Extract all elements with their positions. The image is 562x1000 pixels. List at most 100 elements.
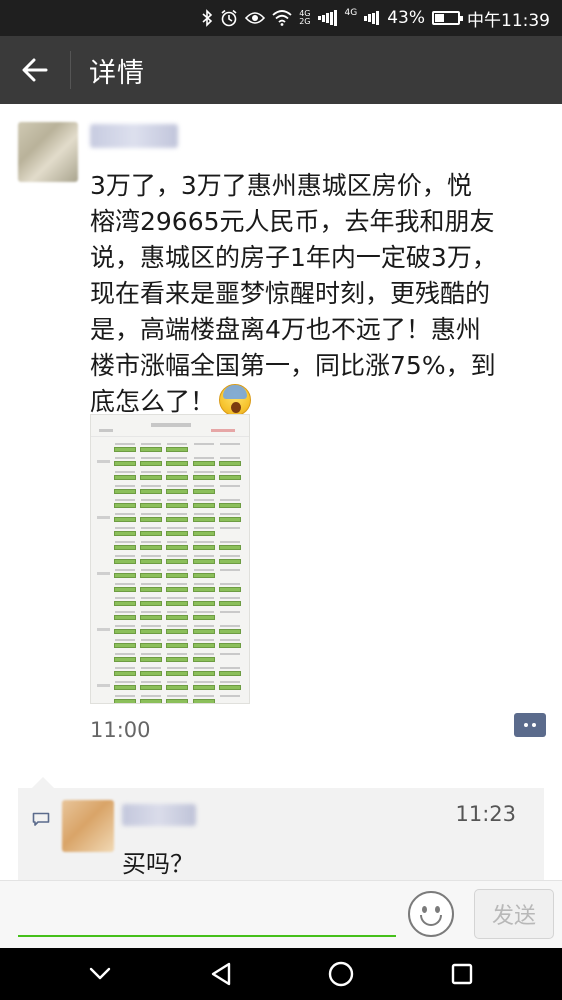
- emoji-button[interactable]: [408, 891, 454, 937]
- post-image-cell: [218, 457, 241, 466]
- post-image-cell: [192, 541, 215, 550]
- post-image-cell: [166, 639, 189, 648]
- post-image-cell: [192, 485, 215, 494]
- post-image-cell: [114, 569, 137, 578]
- post-image-cell: [140, 681, 163, 690]
- post-image-cell: [219, 527, 241, 536]
- post-image-row: [97, 511, 245, 524]
- post-image-cell: [166, 457, 189, 466]
- post-image-cell: [192, 583, 215, 592]
- smile-icon: [420, 915, 442, 926]
- post-image-cell: [114, 555, 137, 564]
- post-image-cell: [218, 583, 241, 592]
- post-image-cell: [192, 597, 215, 606]
- input-bar: 发送: [0, 880, 562, 948]
- post-image[interactable]: [90, 414, 250, 704]
- post-image-cell: [114, 639, 137, 648]
- post-image-cell: [166, 471, 189, 480]
- comment-icon: [32, 812, 50, 826]
- status-time: 中午11:39: [467, 10, 550, 31]
- post-image-cell: [114, 485, 137, 494]
- post-image-cell: [192, 527, 215, 536]
- post-image-row: [97, 455, 245, 468]
- post-image-cell: [192, 681, 215, 690]
- post-nickname[interactable]: [90, 124, 178, 148]
- post-image-cell: [140, 541, 163, 550]
- post-image-cell: [114, 667, 137, 676]
- scream-emoji-icon: [219, 384, 252, 416]
- post-time: 11:00: [90, 718, 151, 742]
- comment-dots-icon[interactable]: [514, 713, 546, 737]
- bluetooth-icon: [201, 9, 213, 27]
- signal-speed-label: 4G: [344, 8, 358, 18]
- post-image-cell: [218, 639, 241, 648]
- battery-fill: [435, 14, 444, 22]
- post-image-cell: [166, 527, 189, 536]
- comment-time: 11:23: [455, 802, 516, 826]
- post-image-cell: [219, 569, 241, 578]
- post-image-cell: [192, 555, 215, 564]
- alarm-icon: [220, 9, 238, 27]
- post-image-cell: [218, 513, 241, 522]
- post-image-row: [97, 595, 245, 608]
- post-avatar[interactable]: [18, 122, 78, 182]
- moments-post: 3万了，3万了惠州惠城区房价，悦 榕湾29665元人民币，去年我和朋友 说，惠城…: [0, 104, 562, 884]
- post-image-cell: [114, 583, 137, 592]
- post-image-cell: [219, 611, 241, 620]
- post-image-cell: [140, 457, 163, 466]
- post-image-row: [97, 567, 245, 580]
- post-image-cell: [140, 499, 163, 508]
- post-image-cell: [140, 513, 163, 522]
- post-image-row: [97, 665, 245, 678]
- post-image-cell: [218, 541, 241, 550]
- comment-nickname[interactable]: [122, 804, 196, 826]
- comment-area: 11:23 买吗？: [18, 777, 544, 884]
- post-image-cell: [192, 695, 215, 703]
- post-image-cell: [140, 555, 163, 564]
- comment-input[interactable]: [18, 889, 396, 937]
- eye-icon: [245, 11, 266, 25]
- battery-percent: 43%: [387, 8, 425, 28]
- post-image-cell: [114, 695, 137, 703]
- post-image-cell: [193, 443, 215, 452]
- post-image-cell: [114, 653, 137, 662]
- home-circle-icon[interactable]: [321, 954, 361, 994]
- post-image-cell: [166, 583, 189, 592]
- post-image-cell: [166, 653, 189, 662]
- post-image-cell: [192, 639, 215, 648]
- comment-text[interactable]: 买吗？: [122, 844, 194, 879]
- send-button[interactable]: 发送: [474, 889, 554, 939]
- post-image-cell: [140, 471, 163, 480]
- post-image-cell: [140, 625, 163, 634]
- post-image-cell: [114, 625, 137, 634]
- post-image-cell: [219, 485, 241, 494]
- post-image-cell: [114, 471, 137, 480]
- post-image-cell: [192, 499, 215, 508]
- post-image-cell: [140, 527, 163, 536]
- post-image-cell: [140, 569, 163, 578]
- post-image-cell: [219, 695, 241, 703]
- post-image-row: [97, 651, 245, 664]
- page-title: 详情: [89, 57, 145, 89]
- post-image-cell: [218, 555, 241, 564]
- post-image-row: [97, 623, 245, 636]
- post-image-cell: [140, 639, 163, 648]
- back-triangle-icon[interactable]: [201, 954, 241, 994]
- post-image-cell: [218, 625, 241, 634]
- status-bar: 4G 2G 4G 43% 中午11:39: [0, 0, 562, 36]
- post-image-row: [97, 525, 245, 538]
- post-image-grid: [97, 441, 245, 703]
- title-bar: 详情: [0, 36, 562, 104]
- chevron-down-icon[interactable]: [80, 954, 120, 994]
- post-image-cell: [192, 625, 215, 634]
- post-image-header: [91, 415, 249, 437]
- post-image-cell: [140, 653, 163, 662]
- recents-square-icon[interactable]: [442, 954, 482, 994]
- post-image-cell: [166, 625, 189, 634]
- post-image-cell: [218, 471, 241, 480]
- post-image-cell: [192, 667, 215, 676]
- post-image-cell: [114, 681, 137, 690]
- back-button[interactable]: [0, 36, 70, 104]
- comment-avatar[interactable]: [62, 800, 114, 852]
- post-text-body: 3万了，3万了惠州惠城区房价，悦 榕湾29665元人民币，去年我和朋友 说，惠城…: [90, 171, 497, 416]
